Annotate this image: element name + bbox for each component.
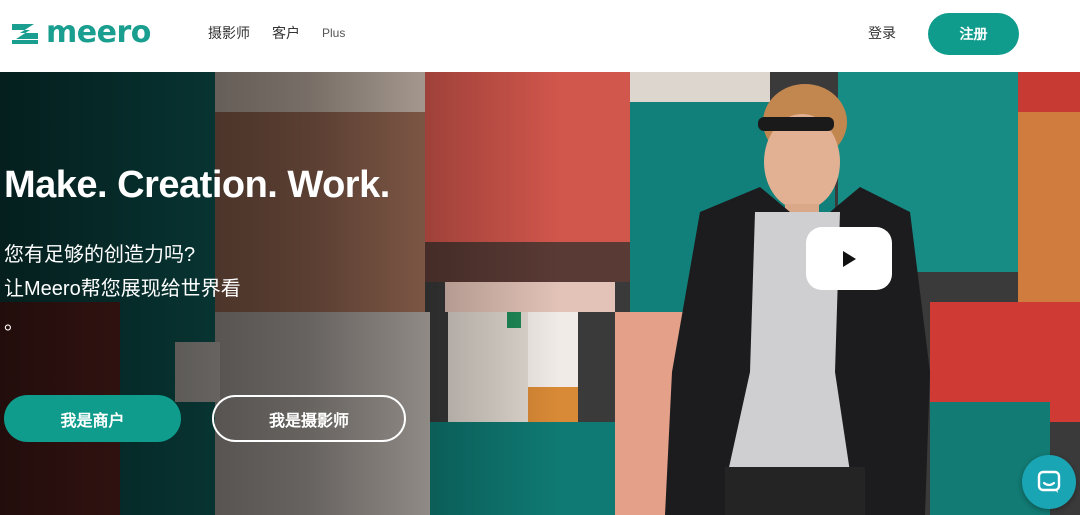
- hero-subtitle: 您有足够的创造力吗? 让Meero帮您展现给世界看 。: [4, 238, 266, 340]
- photographer-button[interactable]: 我是摄影师: [212, 395, 406, 442]
- signup-button[interactable]: 注册: [928, 13, 1019, 55]
- play-video-button[interactable]: [806, 227, 892, 290]
- merchant-button[interactable]: 我是商户: [4, 395, 181, 442]
- hero-section: Make. Creation. Work. 您有足够的创造力吗? 让Meero帮…: [0, 72, 1080, 515]
- hero-subtitle-line3: 。: [4, 312, 24, 334]
- meero-logo[interactable]: meero: [10, 16, 151, 50]
- chat-button[interactable]: [1022, 455, 1076, 509]
- meero-logo-icon: [12, 24, 38, 44]
- site-header: meero 摄影师 客户 Plus 登录 注册: [0, 0, 1080, 72]
- nav-plus[interactable]: Plus: [322, 24, 345, 42]
- main-nav: 摄影师 客户 Plus: [208, 24, 367, 42]
- chat-bubble-icon: [1037, 470, 1061, 493]
- login-link[interactable]: 登录: [868, 24, 896, 42]
- play-icon: [843, 250, 856, 267]
- nav-photographers[interactable]: 摄影师: [208, 24, 250, 42]
- hero-title: Make. Creation. Work.: [4, 164, 390, 206]
- nav-clients[interactable]: 客户: [272, 24, 300, 42]
- hero-subtitle-line1: 您有足够的创造力吗?: [4, 244, 196, 266]
- logo-text: meero: [46, 15, 151, 50]
- hero-subtitle-line2: 让Meero帮您展现给世界看: [4, 278, 241, 300]
